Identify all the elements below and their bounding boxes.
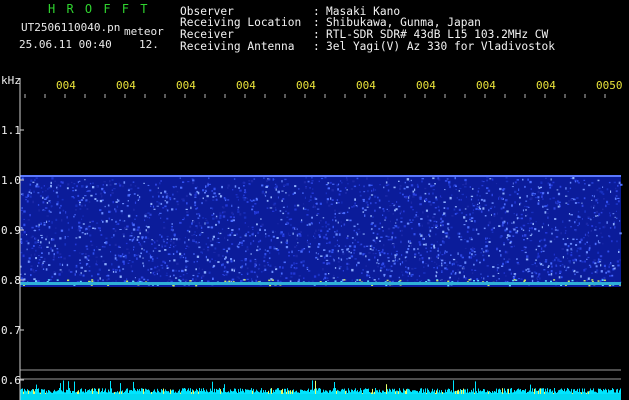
- receiver-value: RTL-SDR SDR# 43dB L15 103.2MHz CW: [326, 28, 549, 41]
- meteor-label: meteor: [124, 25, 164, 38]
- receiver-colon: :: [313, 28, 320, 41]
- file-name: UT2506110040.pn: [21, 21, 121, 34]
- time-label-4: 004: [236, 79, 256, 92]
- spectrogram-plot: [19, 78, 623, 400]
- antenna-label: Receiving Antenna: [180, 40, 295, 53]
- bottom-carrier-line: [20, 282, 621, 285]
- time-label-2: 004: [116, 79, 136, 92]
- unit-label: kHz: [1, 74, 21, 87]
- app-title: H R O F F T: [48, 2, 150, 16]
- time-label-6: 004: [356, 79, 376, 92]
- signal-level-band: [20, 380, 621, 400]
- time-label-3: 004: [176, 79, 196, 92]
- antenna-colon: :: [313, 40, 320, 53]
- y-label-1-0: 1.0: [1, 174, 21, 187]
- y-label-0-6: 0.6: [1, 374, 21, 387]
- time-label-10: 0050: [596, 79, 623, 92]
- y-label-0-9: 0.9: [1, 224, 21, 237]
- time-label-8: 004: [476, 79, 496, 92]
- time-label-5: 004: [296, 79, 316, 92]
- location-colon: :: [313, 16, 320, 29]
- y-label-1-1: 1.1: [1, 124, 21, 137]
- time-label-9: 004: [536, 79, 556, 92]
- time-label-1: 004: [56, 79, 76, 92]
- meteor-count: 12.: [139, 38, 159, 51]
- date-time: 25.06.11 00:40: [19, 38, 112, 51]
- time-label-7: 004: [416, 79, 436, 92]
- y-label-0-7: 0.7: [1, 324, 21, 337]
- receiver-label: Receiver: [180, 28, 234, 41]
- location-label: Receiving Location: [180, 16, 302, 29]
- y-label-0-8: 0.8: [1, 274, 21, 287]
- location-value: Shibukawa, Gunma, Japan: [326, 16, 481, 29]
- antenna-value: 3el Yagi(V) Az 330 for Vladivostok: [326, 40, 556, 53]
- top-carrier-line: [20, 175, 621, 177]
